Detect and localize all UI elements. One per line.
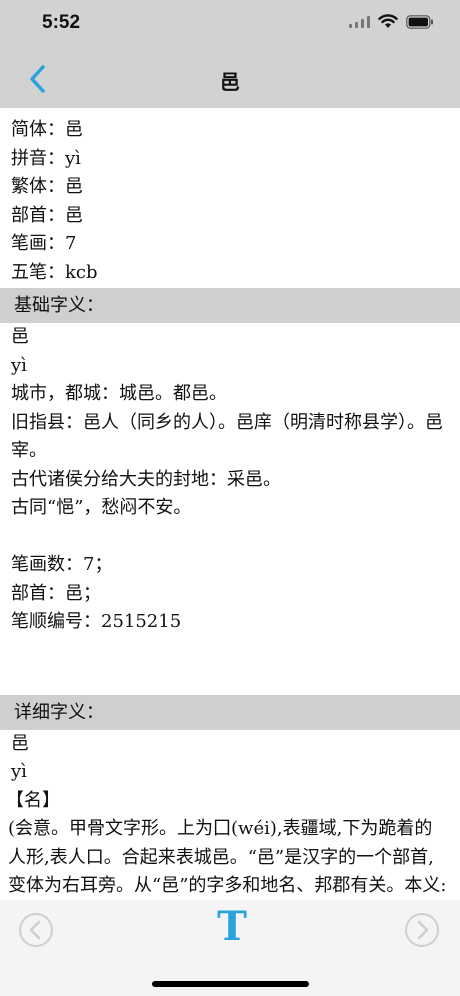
page-title: 邑 xyxy=(220,70,240,94)
info-wubi: 五笔：kcb xyxy=(11,261,98,283)
info-simplified: 简体：邑 xyxy=(11,119,83,140)
stroke-count: 笔画数：7； xyxy=(11,554,113,575)
battery-icon xyxy=(406,14,433,29)
basic-meaning-2: 旧指县：邑人（同乡的人）。邑庠（明清时称县学）。邑宰。 xyxy=(11,411,443,462)
basic-meaning-4: 古同“悒”，愁闷不安。 xyxy=(11,497,192,518)
status-icons xyxy=(349,14,434,29)
text-size-icon[interactable]: T xyxy=(212,904,252,954)
circle-left-icon[interactable] xyxy=(18,912,54,948)
cellular-signal-icon xyxy=(349,15,370,28)
detail-pinyin: yì xyxy=(11,761,27,782)
detail-char: 邑 xyxy=(11,732,29,754)
radical-line: 部首：邑； xyxy=(11,582,101,604)
wifi-icon xyxy=(378,14,398,28)
info-traditional: 繁体：邑 xyxy=(11,176,83,197)
text-size-label: T xyxy=(217,903,247,950)
circle-right-icon[interactable] xyxy=(404,912,440,948)
home-indicator xyxy=(152,981,309,987)
basic-meaning-3: 古代诸侯分给大夫的封地：采邑。 xyxy=(11,468,281,490)
basic-meaning-1: 城市，都城：城邑。都邑。 xyxy=(11,383,227,404)
section-header-basic: 基础字义： xyxy=(0,288,460,323)
basic-pinyin: yì xyxy=(11,354,27,376)
basic-char: 邑 xyxy=(11,326,29,347)
section-header-detail: 详细字义： xyxy=(0,694,460,730)
info-strokes: 笔画：7 xyxy=(11,233,77,254)
status-bar: 5:52 xyxy=(0,0,460,48)
info-pinyin: 拼音：yì xyxy=(11,147,81,169)
stroke-order: 笔顺编号：2515215 xyxy=(11,611,182,632)
info-radical: 部首：邑 xyxy=(11,204,83,226)
status-time: 5:52 xyxy=(42,12,81,33)
detail-text: (会意。甲骨文字形。上为囗(wéi),表疆域,下为跪着的人形,表人口。合起来表城… xyxy=(8,818,447,896)
detail-pos: 【名】 xyxy=(6,789,60,811)
navigation-bar: 邑 xyxy=(0,48,460,108)
dictionary-content[interactable]: 简体：邑 拼音：yì 繁体：邑 部首：邑 笔画：7 五笔：kcb 基础字义： 邑… xyxy=(0,108,460,900)
